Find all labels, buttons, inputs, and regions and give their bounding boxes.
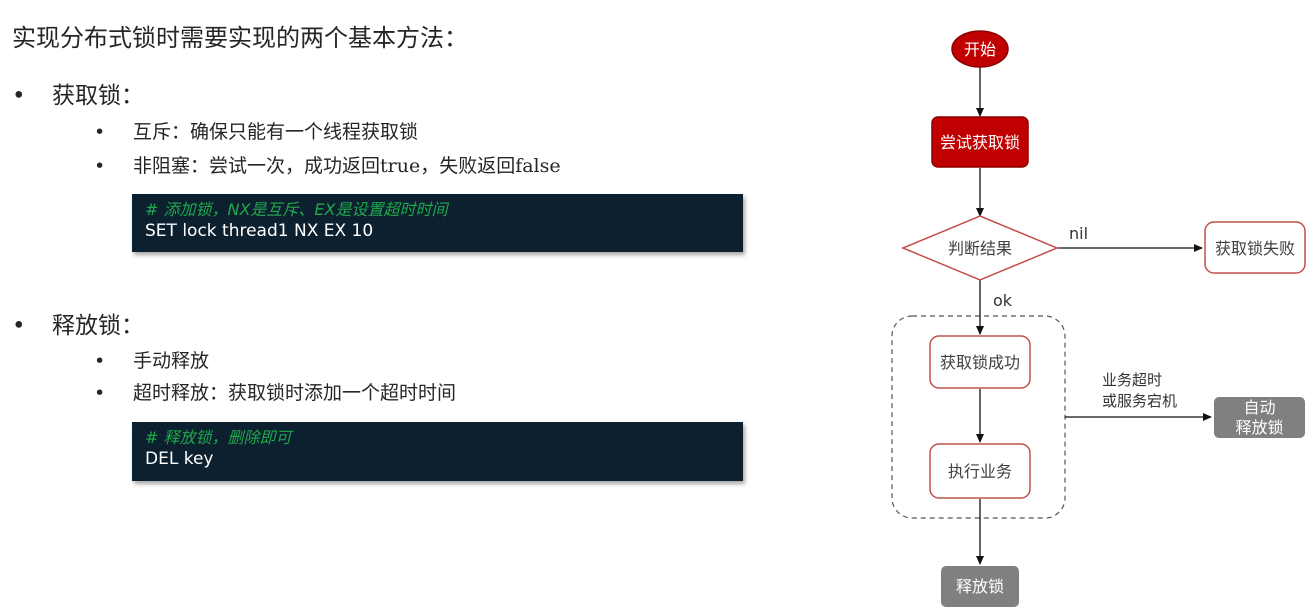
auto-release-label-line1: 自动 bbox=[1243, 398, 1275, 417]
try-lock-label: 尝试获取锁 bbox=[940, 133, 1020, 152]
ok-label: ok bbox=[993, 291, 1013, 310]
nil-label: nil bbox=[1069, 224, 1088, 243]
start-label: 开始 bbox=[964, 40, 996, 59]
execute-label: 执行业务 bbox=[948, 462, 1012, 481]
timeout-label-line1: 业务超时 bbox=[1102, 371, 1162, 389]
fail-label: 获取锁失败 bbox=[1215, 239, 1295, 258]
decision-label: 判断结果 bbox=[948, 239, 1012, 258]
success-label: 获取锁成功 bbox=[940, 353, 1020, 372]
flowchart: 开始 尝试获取锁 判断结果 nil 获取锁失败 ok 获取锁成功 执行业务 业务… bbox=[891, 30, 1306, 607]
timeout-label-line2: 或服务宕机 bbox=[1102, 392, 1177, 410]
release-label: 释放锁 bbox=[956, 577, 1004, 596]
auto-release-label-line2: 释放锁 bbox=[1235, 418, 1283, 437]
